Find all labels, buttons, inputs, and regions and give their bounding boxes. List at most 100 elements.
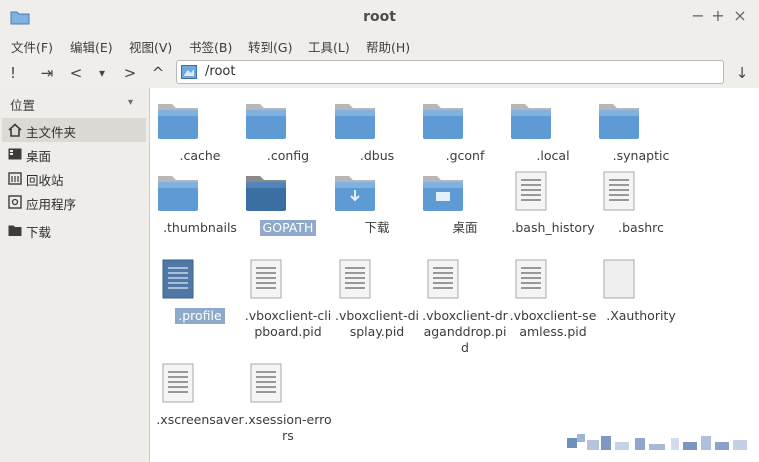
file-item[interactable]: 下载 — [332, 170, 422, 236]
chevron-down-icon[interactable]: ▾ — [128, 97, 133, 108]
menu-bar: 文件(F) 编辑(E) 视图(V) 书签(B) 转到(G) 工具(L) 帮助(H… — [0, 34, 759, 58]
sidebar-item-applications[interactable]: 应用程序 — [2, 190, 146, 214]
file-name: GOPATH — [259, 220, 317, 236]
file-name: .bash_history — [511, 220, 595, 235]
file-name: .gconf — [445, 148, 485, 163]
history-dropdown-button[interactable]: ▾ — [92, 63, 112, 83]
menu-bookmarks[interactable]: 书签(B) — [189, 37, 232, 56]
file-name: .vboxclient-display.pid — [335, 308, 419, 339]
places-sidebar: 位置 ▾ 主文件夹 桌面 回收站 应用程序 下载 — [0, 88, 156, 462]
folder-icon — [511, 104, 551, 139]
sidebar-item-desktop[interactable]: 桌面 — [2, 142, 146, 166]
forward-button[interactable]: > — [120, 63, 140, 83]
folder-icon — [423, 104, 463, 139]
menu-view[interactable]: 视图(V) — [129, 37, 172, 56]
blank-file-icon — [603, 259, 635, 299]
file-name: .dbus — [359, 148, 395, 163]
menu-edit[interactable]: 编辑(E) — [70, 37, 113, 56]
text-file-icon — [250, 259, 282, 299]
folder-icon — [158, 176, 198, 211]
home-icon — [8, 123, 22, 137]
folder-icon — [8, 225, 22, 236]
computer-icon — [181, 65, 197, 79]
file-name: .synaptic — [612, 148, 670, 163]
file-item[interactable]: .thumbnails — [155, 170, 245, 236]
file-name: .profile — [175, 308, 225, 324]
file-item[interactable]: .local — [508, 98, 598, 164]
file-item[interactable]: .gconf — [420, 98, 510, 164]
maximize-button[interactable]: + — [708, 6, 728, 26]
file-item[interactable]: .config — [243, 98, 333, 164]
close-button[interactable]: × — [730, 6, 750, 26]
file-item[interactable]: 桌面 — [420, 170, 510, 236]
sidebar-item-label: 回收站 — [26, 173, 64, 188]
file-name: 下载 — [364, 220, 390, 235]
go-button[interactable]: ↓ — [732, 63, 752, 83]
folder-icon — [599, 104, 639, 139]
sidebar-item-home[interactable]: 主文件夹 — [2, 118, 146, 142]
file-name: .thumbnails — [163, 220, 237, 235]
file-item[interactable]: .vboxclient-draganddrop.pid — [420, 258, 510, 356]
menu-go[interactable]: 转到(G) — [248, 37, 292, 56]
text-file-icon — [162, 363, 194, 403]
file-item-selected[interactable]: .profile — [155, 258, 245, 324]
folder-icon — [246, 176, 286, 211]
sidebar-item-label: 桌面 — [26, 149, 52, 164]
places-header[interactable]: 位置 — [10, 95, 35, 114]
file-name: .Xauthority — [606, 308, 676, 323]
file-item-selected[interactable]: GOPATH — [243, 170, 333, 236]
folder-icon — [246, 104, 286, 139]
sidebar-item-label: 主文件夹 — [26, 125, 77, 140]
title-bar: root − + × — [0, 0, 759, 34]
desktop-folder-icon — [423, 176, 463, 211]
trash-icon — [8, 172, 22, 185]
file-name: 桌面 — [452, 220, 478, 235]
menu-file[interactable]: 文件(F) — [11, 37, 53, 56]
folder-icon — [158, 104, 198, 139]
text-file-icon — [603, 171, 635, 211]
up-button[interactable]: ^ — [148, 63, 168, 83]
file-grid: .cache .config .dbus .gconf .local .syna… — [150, 88, 759, 462]
file-item[interactable]: .xsession-errors — [243, 362, 333, 444]
file-name: .xsession-errors — [244, 412, 332, 443]
toolbar: ! ⇥ < ▾ > ^ /root ↓ — [0, 58, 759, 88]
location-bar[interactable]: /root — [176, 60, 724, 84]
back-button[interactable]: < — [66, 63, 86, 83]
file-item[interactable]: .dbus — [332, 98, 422, 164]
sidebar-item-label: 下载 — [26, 225, 52, 240]
text-file-icon — [427, 259, 459, 299]
file-item[interactable]: .xscreensaver — [155, 362, 245, 428]
file-item[interactable]: .vboxclient-display.pid — [332, 258, 422, 340]
file-item[interactable]: .synaptic — [596, 98, 686, 164]
text-file-icon — [162, 259, 194, 299]
apps-icon — [8, 195, 22, 209]
sidebar-item-downloads[interactable]: 下载 — [2, 218, 146, 242]
folder-icon — [335, 104, 375, 139]
file-name: .local — [536, 148, 570, 163]
file-name: .vboxclient-clipboard.pid — [244, 308, 332, 339]
desktop-icon — [8, 148, 22, 160]
file-item[interactable]: .cache — [155, 98, 245, 164]
file-name: .bashrc — [618, 220, 664, 235]
sidebar-item-trash[interactable]: 回收站 — [2, 166, 146, 190]
file-item[interactable]: .bash_history — [508, 170, 598, 236]
window-title: root — [363, 9, 396, 25]
file-name: .config — [266, 148, 310, 163]
sidebar-item-label: 应用程序 — [26, 197, 77, 212]
text-file-icon — [339, 259, 371, 299]
menu-tools[interactable]: 工具(L) — [308, 37, 350, 56]
location-path[interactable]: /root — [205, 64, 235, 79]
new-tab-button[interactable]: ⇥ — [37, 63, 57, 83]
minimize-button[interactable]: − — [688, 6, 708, 26]
file-item[interactable]: .bashrc — [596, 170, 686, 236]
file-name: .xscreensaver — [156, 412, 244, 427]
text-file-icon — [515, 259, 547, 299]
file-item[interactable]: .vboxclient-clipboard.pid — [243, 258, 333, 340]
watermark-logo — [567, 434, 747, 450]
download-folder-icon — [335, 176, 375, 211]
file-name: .vboxclient-draganddrop.pid — [422, 308, 508, 355]
file-item[interactable]: .Xauthority — [596, 258, 686, 324]
toolbar-button-1[interactable]: ! — [3, 63, 23, 83]
menu-help[interactable]: 帮助(H) — [366, 37, 410, 56]
file-item[interactable]: .vboxclient-seamless.pid — [508, 258, 598, 340]
